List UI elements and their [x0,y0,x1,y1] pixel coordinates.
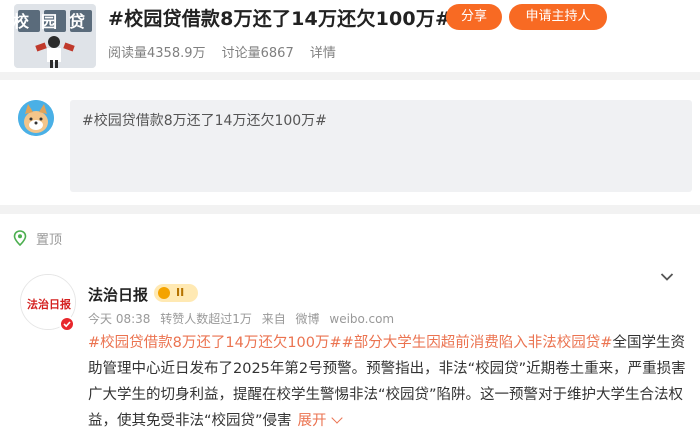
author-name[interactable]: 法治日报 [88,284,148,305]
member-badge: II [154,284,198,302]
topic-stats: 阅读量4358.9万 讨论量6867 详情 [108,42,348,61]
source-prefix: 来自 [261,312,286,326]
post-body: #校园贷借款8万还了14万还欠100万##部分大学生因超前消费陷入非法校园贷#全… [88,330,688,434]
pinned-label: 置顶 [36,232,63,248]
post-source[interactable]: 微博 [296,312,320,326]
topic-header: 校园贷 #校园贷借款8万还了14万还欠100万# 阅读量4358.9万 讨论量6… [0,0,700,72]
hashtag-link[interactable]: #部分大学生因超前消费陷入非法校园贷# [342,335,613,351]
read-count: 阅读量4358.9万 [108,46,206,61]
details-link[interactable]: 详情 [310,46,336,61]
discussion-count: 讨论量6867 [221,46,294,61]
post-source-url[interactable]: weibo.com [329,312,394,326]
apply-host-button[interactable]: 申请主持人 [509,4,607,30]
crown-icon [158,287,170,299]
compose-input[interactable]: #校园贷借款8万还了14万还欠100万# [70,100,692,192]
post-time: 今天 08:38 [88,312,151,326]
pinned-post: 置顶 法治日报 法治日报 II 今天 08:38 转赞人数超过1万 来自 微博 … [0,214,700,436]
author-avatar-text: 法治日报 [27,297,72,311]
compose-section: #校园贷借款8万还了14万还欠100万# [0,80,700,205]
topic-thumbnail-text: 校园贷 [14,12,96,31]
location-pin-icon [13,230,27,246]
chevron-down-icon[interactable] [660,272,674,282]
topic-thumbnail: 校园贷 [14,4,96,68]
post-meta: 今天 08:38 转赞人数超过1万 来自 微博 weibo.com [88,310,400,327]
expand-label[interactable]: 展开 [298,413,327,429]
chevron-down-icon [330,412,343,424]
topic-title: #校园贷借款8万还了14万还欠100万# [108,8,452,30]
hashtag-link[interactable]: #校园贷借款8万还了14万还欠100万# [88,335,342,351]
pinned-indicator: 置顶 [12,228,62,248]
expand-link[interactable]: 展开 [298,412,343,429]
post-reposts: 转赞人数超过1万 [160,312,252,326]
verified-badge-icon [59,316,75,332]
dog-avatar-icon [18,100,54,136]
share-button[interactable]: 分享 [446,4,502,30]
badge-level: II [176,286,185,299]
user-avatar[interactable] [18,100,54,136]
